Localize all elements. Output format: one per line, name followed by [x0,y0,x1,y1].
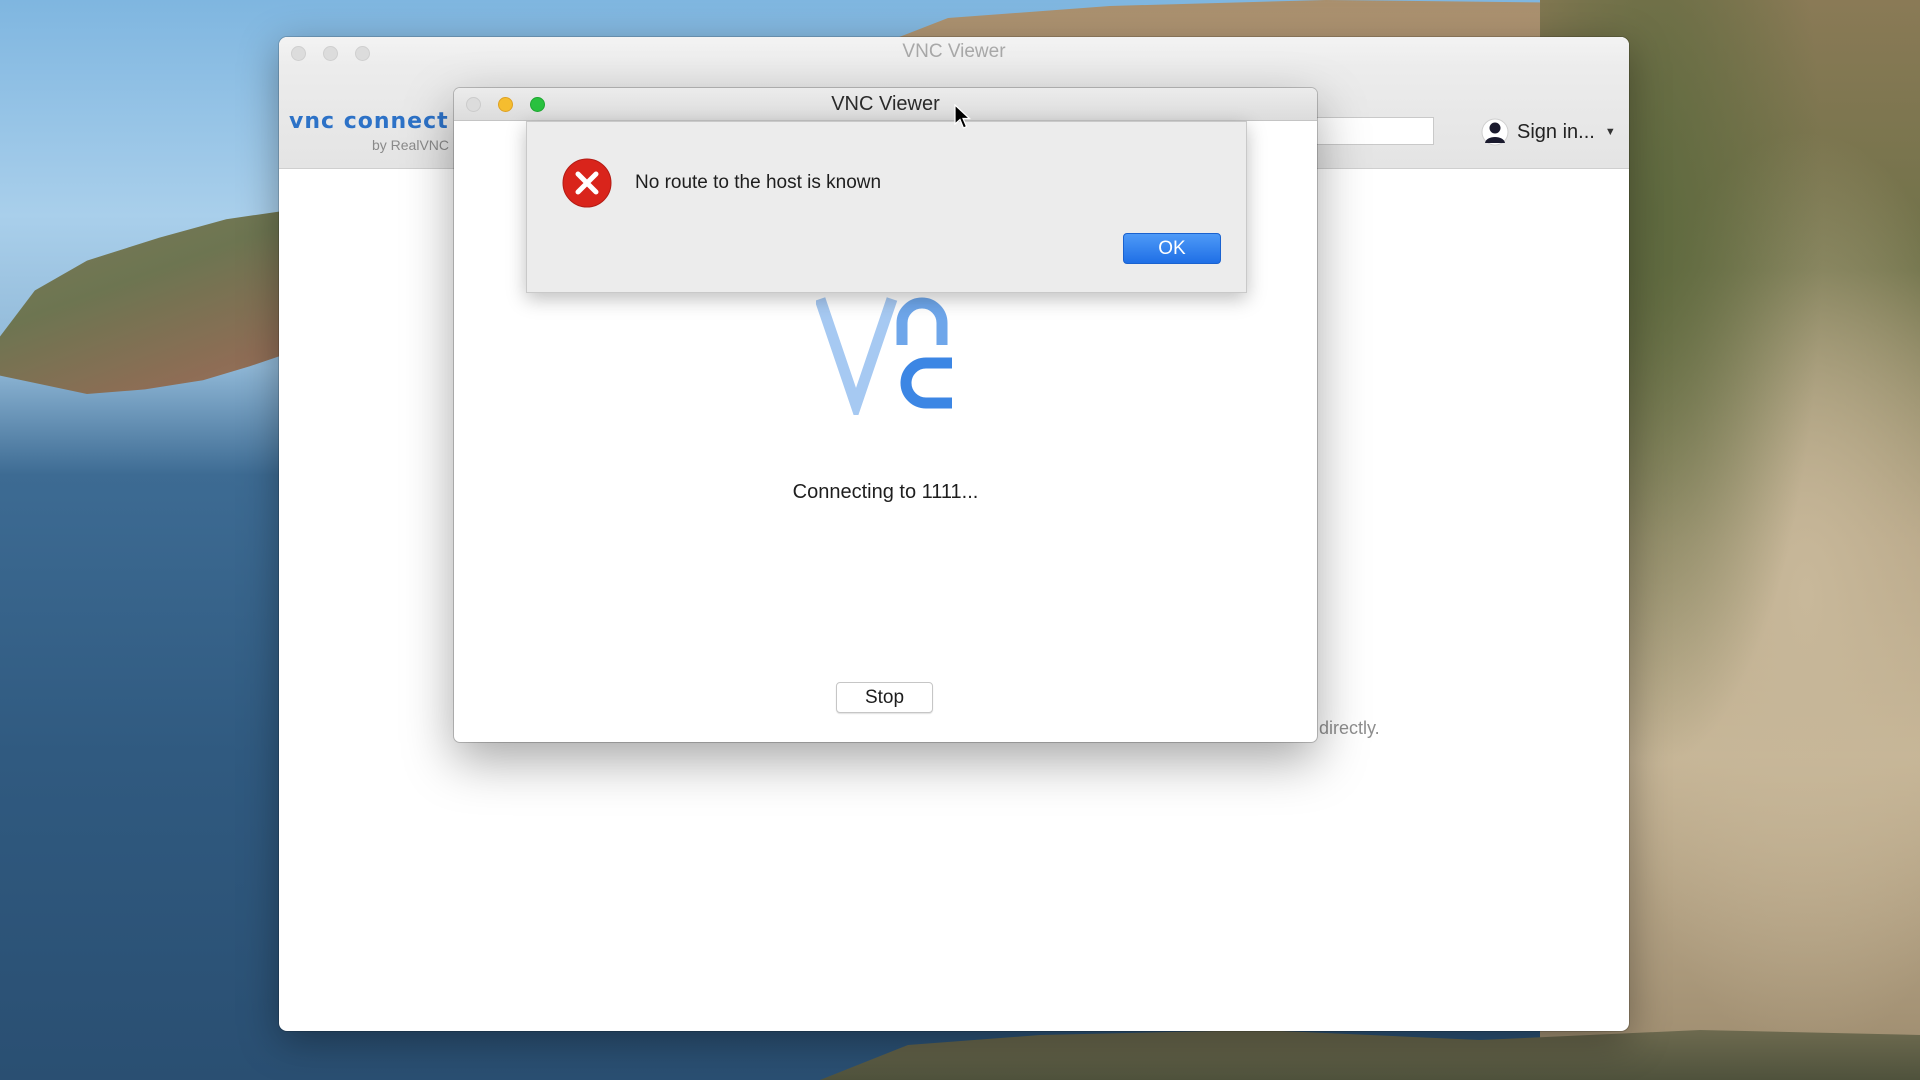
error-icon [562,158,612,208]
mouse-cursor-icon [954,104,972,129]
zoom-window-button[interactable] [355,46,370,61]
connection-titlebar[interactable]: VNC Viewer [454,88,1317,121]
close-window-button[interactable] [466,97,481,112]
error-alert-sheet: No route to the host is known OK [526,121,1247,293]
zoom-window-button[interactable] [530,97,545,112]
connection-window-title: VNC Viewer [831,92,940,115]
address-search-input[interactable] [1304,117,1434,145]
hint-text: directly. [1319,718,1380,738]
wallpaper-rocks [820,1030,1920,1080]
minimize-window-button[interactable] [498,97,513,112]
vnc-connect-logo: vnc connect by RealVNC [289,109,449,154]
brand-name: vnc connect [289,109,449,134]
ok-button[interactable]: OK [1123,233,1221,264]
close-window-button[interactable] [291,46,306,61]
main-window-controls [291,46,370,61]
connection-status-text: Connecting to 1111... [792,481,979,503]
wallpaper-cliff-left [0,210,290,394]
sign-in-label: Sign in... [1517,120,1595,143]
stop-button[interactable]: Stop [836,682,933,713]
connection-window-controls [466,97,545,112]
minimize-window-button[interactable] [323,46,338,61]
main-window-title: VNC Viewer [902,41,1006,62]
main-titlebar[interactable]: VNC Viewer [279,37,1629,67]
user-avatar-icon [1481,118,1509,146]
sign-in-menu[interactable]: Sign in... ▼ [1481,115,1616,149]
brand-subtitle: by RealVNC [371,137,449,153]
chevron-down-icon: ▼ [1604,126,1616,138]
vnc-logo-icon [816,297,952,415]
alert-message: No route to the host is known [635,172,882,193]
